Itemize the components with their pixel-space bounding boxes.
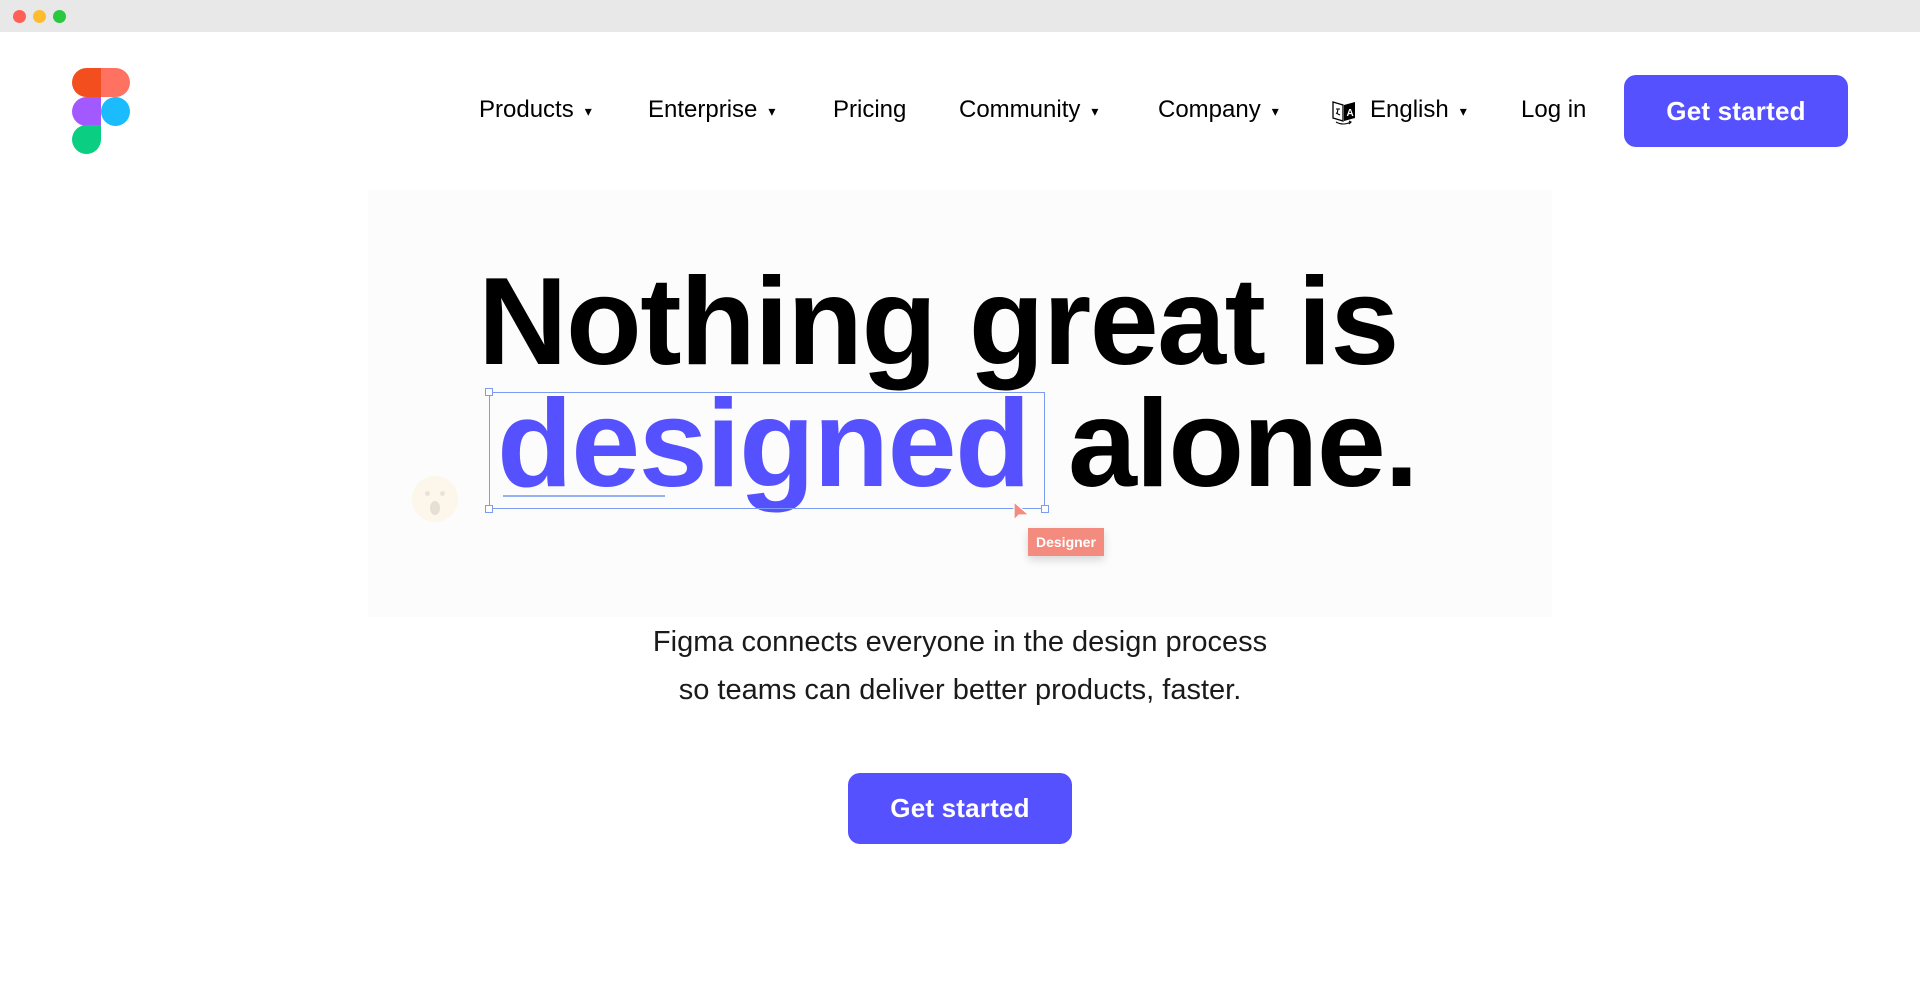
selection-box <box>489 392 1045 509</box>
emoji-mouth <box>430 501 440 515</box>
headline-line-1: Nothing great is <box>478 253 1399 391</box>
subtitle-line-2: so teams can deliver better products, fa… <box>678 674 1242 706</box>
hero-subtitle: Figma connects everyone in the design pr… <box>560 618 1360 714</box>
logo-segment-blue <box>101 97 130 126</box>
subtitle-line-1: Figma connects everyone in the design pr… <box>652 626 1268 658</box>
logo-segment-coral <box>101 68 130 97</box>
nav-pricing[interactable]: Pricing <box>833 96 906 124</box>
language-selector[interactable]: English ▾ <box>1370 96 1467 124</box>
figma-logo[interactable] <box>72 68 130 154</box>
nav-pricing-label: Pricing <box>833 96 907 123</box>
caret-down-icon: ▾ <box>584 103 592 119</box>
nav-products[interactable]: Products ▾ <box>479 96 592 124</box>
caret-down-icon: ▾ <box>768 103 776 119</box>
headline-line-2-rest: alone. <box>1068 375 1419 513</box>
logo-segment-red <box>72 68 101 97</box>
window-close-button[interactable] <box>13 10 26 23</box>
hero-get-started-button[interactable]: Get started <box>848 773 1072 844</box>
logo-segment-green <box>72 125 101 154</box>
language-label: English <box>1370 96 1449 123</box>
login-link[interactable]: Log in <box>1521 96 1586 124</box>
selection-handle <box>1041 505 1049 513</box>
text-baseline-guide <box>503 495 665 497</box>
cursor-pointer-icon <box>1013 500 1031 522</box>
header-get-started-button[interactable]: Get started <box>1624 75 1848 147</box>
nav-company-label: Company <box>1158 96 1261 123</box>
translate-icon[interactable]: A <box>1331 98 1357 126</box>
window-maximize-button[interactable] <box>53 10 66 23</box>
nav-enterprise[interactable]: Enterprise ▾ <box>648 96 775 124</box>
caret-down-icon: ▾ <box>1459 103 1467 119</box>
emoji-eye <box>425 491 430 496</box>
browser-title-bar <box>0 0 1920 32</box>
nav-enterprise-label: Enterprise <box>648 96 758 123</box>
selection-handle <box>485 388 493 396</box>
nav-company[interactable]: Company ▾ <box>1158 96 1279 124</box>
surprised-emoji-icon <box>412 476 458 522</box>
caret-down-icon: ▾ <box>1091 103 1099 119</box>
collaborator-cursor-label: Designer <box>1028 528 1104 556</box>
logo-segment-purple <box>72 97 101 126</box>
nav-community[interactable]: Community ▾ <box>959 96 1098 124</box>
caret-down-icon: ▾ <box>1271 103 1279 119</box>
nav-community-label: Community <box>959 96 1081 123</box>
login-label: Log in <box>1521 96 1587 123</box>
svg-text:A: A <box>1347 108 1354 119</box>
nav-products-label: Products <box>479 96 574 123</box>
emoji-eye <box>440 491 445 496</box>
window-minimize-button[interactable] <box>33 10 46 23</box>
selection-handle <box>485 505 493 513</box>
